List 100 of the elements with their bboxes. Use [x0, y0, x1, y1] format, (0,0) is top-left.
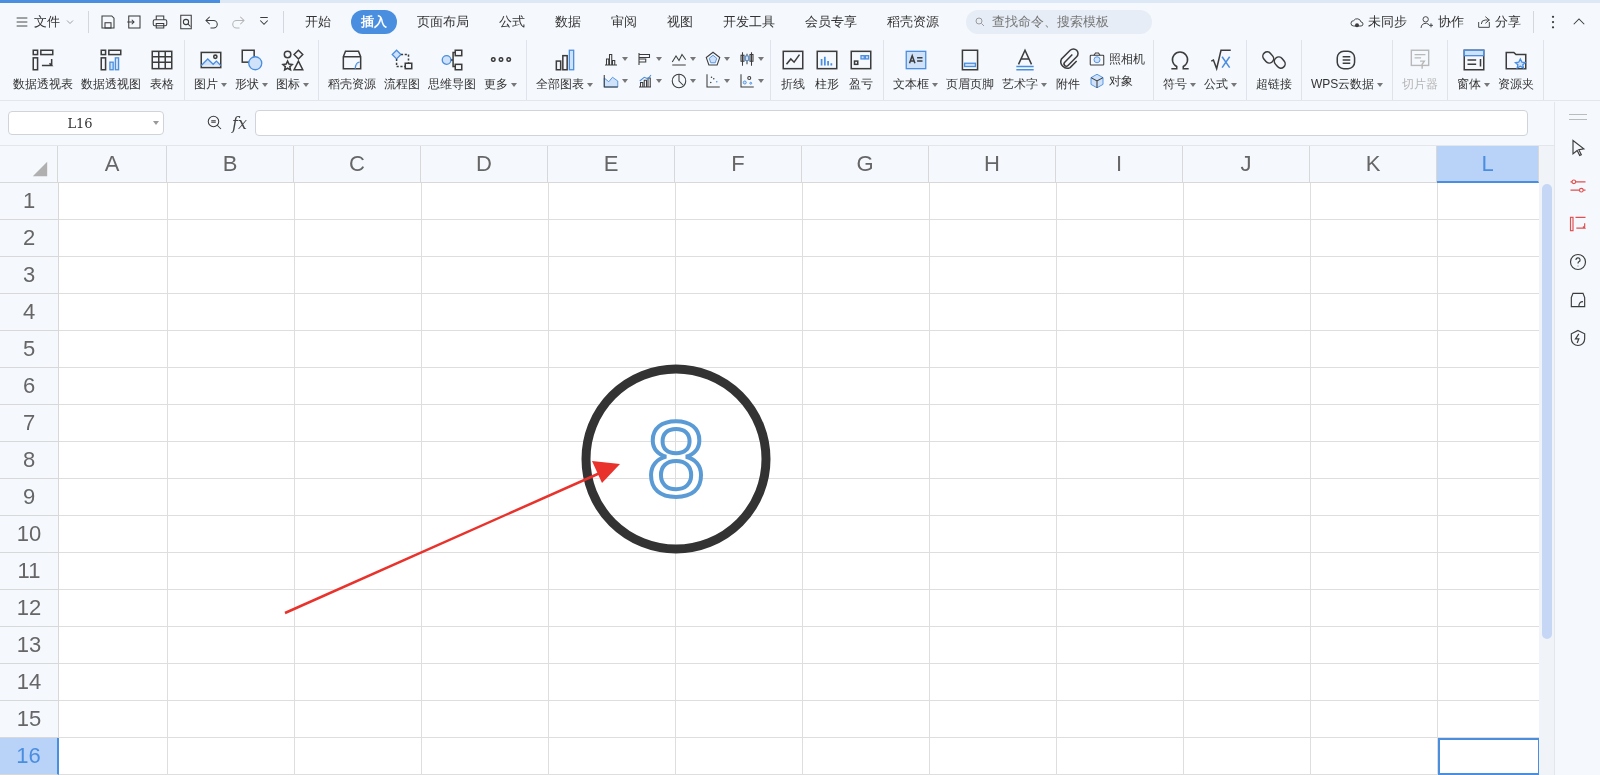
column-header[interactable]: G — [802, 146, 930, 183]
ribbon-button[interactable]: 流程图 — [381, 45, 423, 95]
ribbon-button[interactable]: 折线 — [777, 45, 809, 95]
caret-icon — [724, 79, 730, 83]
chart-type-button[interactable] — [670, 72, 696, 90]
ribbon-button[interactable]: 图标 — [273, 45, 312, 95]
pivot-swap-icon[interactable] — [1567, 214, 1588, 234]
caret-icon — [303, 82, 309, 87]
chart-type-button[interactable] — [602, 72, 628, 90]
ribbon-tab[interactable]: 会员专享 — [795, 9, 867, 34]
shapes-grid-icon — [279, 47, 306, 73]
ribbon-button[interactable]: 图片 — [191, 45, 230, 95]
ribbon-button[interactable]: 柱形 — [811, 45, 843, 95]
ribbon-tab[interactable]: 审阅 — [601, 9, 647, 34]
row-header[interactable]: 2 — [0, 220, 59, 257]
ribbon-button[interactable]: 符号 — [1160, 45, 1199, 95]
ribbon-tab[interactable]: 开始 — [295, 9, 341, 34]
ribbon-button[interactable]: WPS云数据 — [1308, 45, 1387, 95]
cube-icon — [1088, 72, 1106, 90]
save-icon[interactable] — [99, 12, 117, 31]
column-header[interactable]: B — [167, 146, 295, 183]
ribbon-button[interactable]: 思维导图 — [425, 45, 479, 95]
ribbon-button[interactable]: 文本框 — [890, 45, 941, 95]
row-header[interactable]: 13 — [0, 627, 59, 664]
export-icon[interactable] — [125, 12, 143, 31]
zoom-icon[interactable] — [206, 114, 224, 132]
pivot-table-icon — [30, 47, 56, 73]
column-header[interactable]: E — [548, 146, 676, 183]
ribbon-button[interactable]: 附件 — [1052, 45, 1084, 95]
ribbon-button[interactable]: 对象 — [1086, 72, 1147, 90]
dots-icon — [489, 57, 512, 62]
column-header[interactable]: H — [929, 146, 1057, 183]
ribbon-button[interactable]: 数据透视表 — [10, 45, 76, 95]
fx-label[interactable]: fx — [232, 113, 247, 133]
column-header[interactable]: A — [58, 146, 168, 183]
ribbon-button[interactable]: 盈亏 — [845, 45, 877, 95]
formula-input[interactable] — [254, 110, 1528, 136]
row-header[interactable]: 7 — [0, 405, 59, 442]
ribbon-button[interactable]: 形状 — [232, 45, 271, 95]
ribbon-button[interactable]: 窗体 — [1454, 45, 1494, 95]
ribbon-button[interactable]: 照相机 — [1086, 50, 1147, 68]
scrollbar-thumb[interactable] — [1541, 184, 1552, 639]
scrollbar[interactable] — [1539, 146, 1554, 775]
column-header[interactable]: F — [675, 146, 803, 183]
row-header[interactable]: 12 — [0, 590, 59, 627]
row-header[interactable]: 15 — [0, 701, 59, 738]
ribbon-button[interactable]: 艺术字 — [999, 45, 1050, 95]
print-icon[interactable] — [151, 12, 169, 31]
caret-icon — [1231, 82, 1237, 87]
ribbon-button[interactable]: 表格 — [146, 45, 178, 95]
row-header[interactable]: 8 — [0, 442, 59, 479]
row-header[interactable]: 3 — [0, 257, 59, 294]
row-header[interactable]: 14 — [0, 664, 59, 701]
print-preview-icon[interactable] — [177, 12, 195, 31]
pentagon-icon — [704, 50, 722, 68]
chart-type-button[interactable] — [738, 50, 764, 68]
row-header[interactable]: 4 — [0, 294, 59, 331]
selected-cell[interactable] — [1438, 738, 1540, 775]
ribbon-button[interactable]: 稻壳资源 — [325, 45, 379, 95]
name-box[interactable]: L16 — [8, 111, 164, 135]
row-header[interactable]: 1 — [0, 183, 59, 220]
row-header[interactable]: 5 — [0, 331, 59, 368]
chart-type-button[interactable] — [636, 50, 662, 68]
ribbon-tab[interactable]: 公式 — [489, 9, 535, 34]
toolbar-button[interactable]: 未同步 — [1345, 12, 1411, 31]
ribbon-button[interactable]: 全部图表 — [533, 45, 596, 95]
ribbon-tab[interactable]: 开发工具 — [713, 9, 785, 34]
help-icon[interactable] — [1567, 252, 1588, 272]
chart-type-button[interactable] — [704, 50, 730, 68]
form-icon — [1460, 47, 1487, 73]
ribbon-button[interactable]: 更多 — [481, 45, 520, 95]
ribbon-button[interactable]: 数据透视图 — [78, 45, 144, 95]
toolbar-button[interactable]: 协作 — [1415, 12, 1468, 31]
column-header[interactable]: D — [421, 146, 549, 183]
ribbon-tab[interactable]: 视图 — [657, 9, 703, 34]
column-header[interactable]: K — [1310, 146, 1438, 183]
caret-icon — [656, 79, 662, 83]
ribbon-button[interactable]: 资源夹 — [1495, 45, 1538, 95]
bubble-mini-icon — [738, 72, 756, 90]
row-header[interactable]: 9 — [0, 479, 59, 516]
column-header[interactable]: J — [1183, 146, 1311, 183]
column-header[interactable]: C — [294, 146, 422, 183]
ribbon-button[interactable]: 公式 — [1201, 45, 1240, 95]
search-field[interactable]: 查找命令、搜索模板 — [966, 9, 1152, 34]
chart-type-button[interactable] — [636, 72, 662, 90]
ribbon-button[interactable]: 超链接 — [1253, 45, 1295, 95]
candlestick-icon — [738, 50, 756, 68]
row-header[interactable]: 6 — [0, 368, 59, 405]
toolbar-button[interactable]: 分享 — [1472, 12, 1525, 31]
caret-icon — [690, 57, 696, 61]
file-menu[interactable]: 文件 — [10, 12, 80, 31]
row-header[interactable]: 11 — [0, 553, 59, 590]
column-header[interactable]: I — [1056, 146, 1184, 183]
row-header[interactable]: 10 — [0, 516, 59, 553]
caret-icon — [758, 79, 764, 83]
ribbon-button[interactable]: 页眉页脚 — [943, 45, 997, 95]
ribbon-tab[interactable]: 页面布局 — [407, 9, 479, 34]
caret-icon — [511, 82, 517, 87]
ribbon-tab[interactable]: 稻壳资源 — [877, 9, 949, 34]
ribbon-tab[interactable]: 数据 — [545, 9, 591, 34]
